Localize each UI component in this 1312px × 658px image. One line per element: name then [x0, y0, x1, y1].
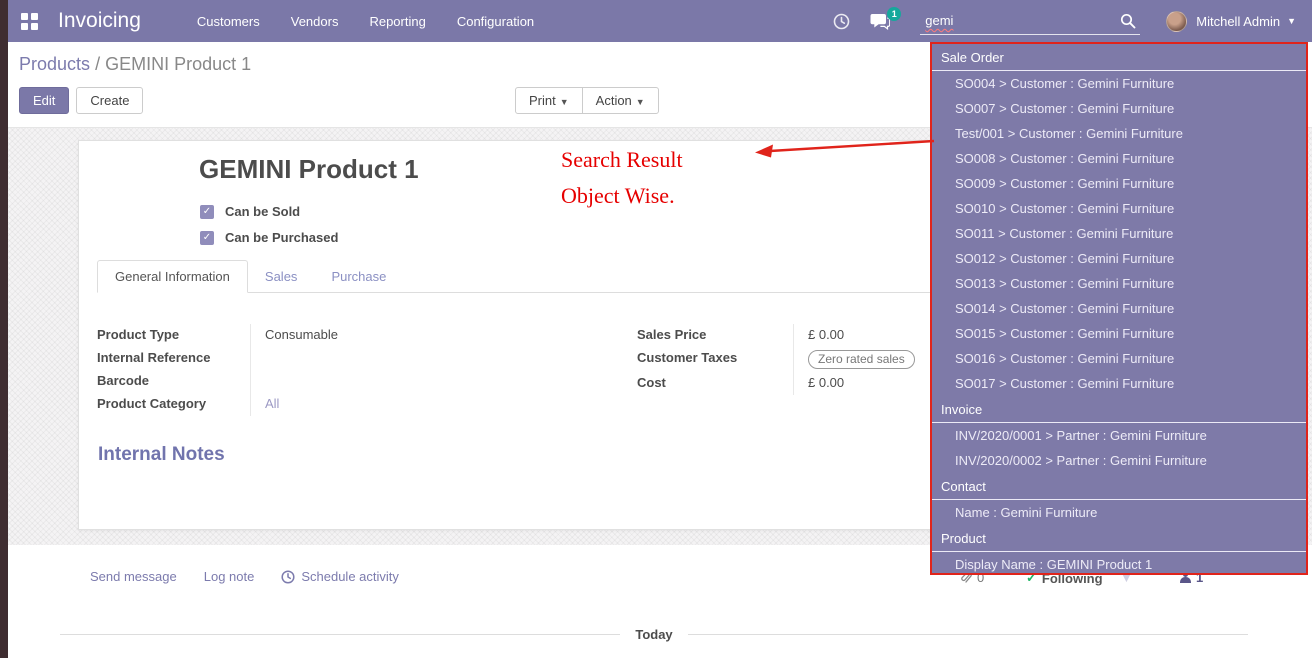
tax-badge: Zero rated sales — [808, 350, 915, 369]
messages-icon[interactable]: 1 — [870, 13, 890, 30]
record-buttons: Edit Create — [19, 87, 143, 114]
search-icon[interactable] — [1120, 13, 1136, 29]
search-result-item[interactable]: SO007 > Customer : Gemini Furniture — [932, 96, 1306, 121]
field-barcode: Barcode — [97, 370, 629, 393]
tab-general-information[interactable]: General Information — [97, 260, 248, 293]
annotation-arrow — [748, 134, 936, 166]
tab-sales[interactable]: Sales — [248, 261, 315, 292]
print-action-group: Print▼ Action▼ — [515, 87, 659, 114]
today-divider: Today — [60, 627, 1248, 642]
search-result-item[interactable]: SO008 > Customer : Gemini Furniture — [932, 146, 1306, 171]
user-avatar[interactable] — [1166, 11, 1187, 32]
action-dropdown-button[interactable]: Action▼ — [582, 87, 659, 114]
apps-grid-icon[interactable] — [21, 13, 38, 30]
search-query-text: gemi — [920, 13, 953, 28]
schedule-activity-link[interactable]: Schedule activity — [281, 569, 399, 584]
search-result-item[interactable]: INV/2020/0002 > Partner : Gemini Furnitu… — [932, 448, 1306, 473]
search-result-item[interactable]: SO016 > Customer : Gemini Furniture — [932, 346, 1306, 371]
action-caret-icon: ▼ — [636, 97, 645, 107]
section-header-product: Product — [932, 525, 1306, 552]
breadcrumb-products-link[interactable]: Products — [19, 54, 90, 74]
section-header-sale-order: Sale Order — [932, 44, 1306, 71]
fields-left-column: Product Type Consumable Internal Referen… — [97, 324, 629, 416]
field-product-type: Product Type Consumable — [97, 324, 629, 347]
search-result-item[interactable]: Test/001 > Customer : Gemini Furniture — [932, 121, 1306, 146]
search-results-dropdown: Sale Order SO004 > Customer : Gemini Fur… — [930, 42, 1308, 575]
annotation-line-1: Search Result — [561, 147, 683, 173]
internal-reference-value — [250, 347, 629, 370]
search-result-item[interactable]: SO014 > Customer : Gemini Furniture — [932, 296, 1306, 321]
product-type-value: Consumable — [250, 324, 629, 347]
search-result-item[interactable]: SO009 > Customer : Gemini Furniture — [932, 171, 1306, 196]
annotation-line-2: Object Wise. — [561, 183, 675, 209]
print-caret-icon: ▼ — [560, 97, 569, 107]
field-internal-reference: Internal Reference — [97, 347, 629, 370]
nav-right: 1 gemi Mitchell Admin ▼ — [833, 8, 1312, 35]
log-note-link[interactable]: Log note — [204, 569, 255, 584]
user-menu-caret-icon[interactable]: ▼ — [1287, 16, 1296, 26]
chatter-actions: Send message Log note Schedule activity — [90, 569, 399, 584]
section-header-invoice: Invoice — [932, 396, 1306, 423]
can-be-sold-checkbox[interactable] — [200, 205, 214, 219]
schedule-clock-icon — [281, 570, 295, 584]
can-be-purchased-checkbox[interactable] — [200, 231, 214, 245]
search-result-item[interactable]: INV/2020/0001 > Partner : Gemini Furnitu… — [932, 423, 1306, 448]
nav-menus: Customers Vendors Reporting Configuratio… — [197, 14, 534, 29]
top-navbar: Invoicing Customers Vendors Reporting Co… — [8, 0, 1312, 42]
nav-menu-reporting[interactable]: Reporting — [369, 14, 425, 29]
activities-clock-icon[interactable] — [833, 13, 850, 30]
search-result-item[interactable]: SO012 > Customer : Gemini Furniture — [932, 246, 1306, 271]
message-count-badge: 1 — [887, 7, 901, 21]
search-result-item[interactable]: Name : Gemini Furniture — [932, 500, 1306, 525]
edit-button[interactable]: Edit — [19, 87, 69, 114]
can-be-purchased-row: Can be Purchased — [200, 230, 338, 245]
search-result-item[interactable]: SO017 > Customer : Gemini Furniture — [932, 371, 1306, 396]
app-title[interactable]: Invoicing — [58, 9, 141, 33]
nav-menu-customers[interactable]: Customers — [197, 14, 260, 29]
barcode-value — [250, 370, 629, 393]
search-result-item[interactable]: SO013 > Customer : Gemini Furniture — [932, 271, 1306, 296]
create-button[interactable]: Create — [76, 87, 143, 114]
nav-menu-configuration[interactable]: Configuration — [457, 14, 534, 29]
breadcrumb: Products / GEMINI Product 1 — [19, 54, 251, 75]
search-result-item[interactable]: SO004 > Customer : Gemini Furniture — [932, 71, 1306, 96]
user-menu[interactable]: Mitchell Admin — [1196, 14, 1280, 29]
send-message-link[interactable]: Send message — [90, 569, 177, 584]
search-result-item[interactable]: SO010 > Customer : Gemini Furniture — [932, 196, 1306, 221]
search-result-item[interactable]: Display Name : GEMINI Product 1 — [932, 552, 1306, 575]
search-result-item[interactable]: SO011 > Customer : Gemini Furniture — [932, 221, 1306, 246]
nav-menu-vendors[interactable]: Vendors — [291, 14, 339, 29]
breadcrumb-current: GEMINI Product 1 — [105, 54, 251, 74]
field-product-category: Product Category All — [97, 393, 629, 416]
product-category-link[interactable]: All — [250, 393, 629, 416]
can-be-sold-row: Can be Sold — [200, 204, 300, 219]
tab-purchase[interactable]: Purchase — [314, 261, 403, 292]
product-title: GEMINI Product 1 — [199, 154, 419, 185]
search-result-item[interactable]: SO015 > Customer : Gemini Furniture — [932, 321, 1306, 346]
today-label: Today — [635, 627, 672, 642]
internal-notes-heading: Internal Notes — [98, 444, 225, 466]
section-header-contact: Contact — [932, 473, 1306, 500]
window-edge — [0, 0, 8, 658]
global-search-input[interactable]: gemi — [920, 8, 1140, 35]
print-dropdown-button[interactable]: Print▼ — [515, 87, 583, 114]
breadcrumb-separator: / — [95, 54, 100, 74]
